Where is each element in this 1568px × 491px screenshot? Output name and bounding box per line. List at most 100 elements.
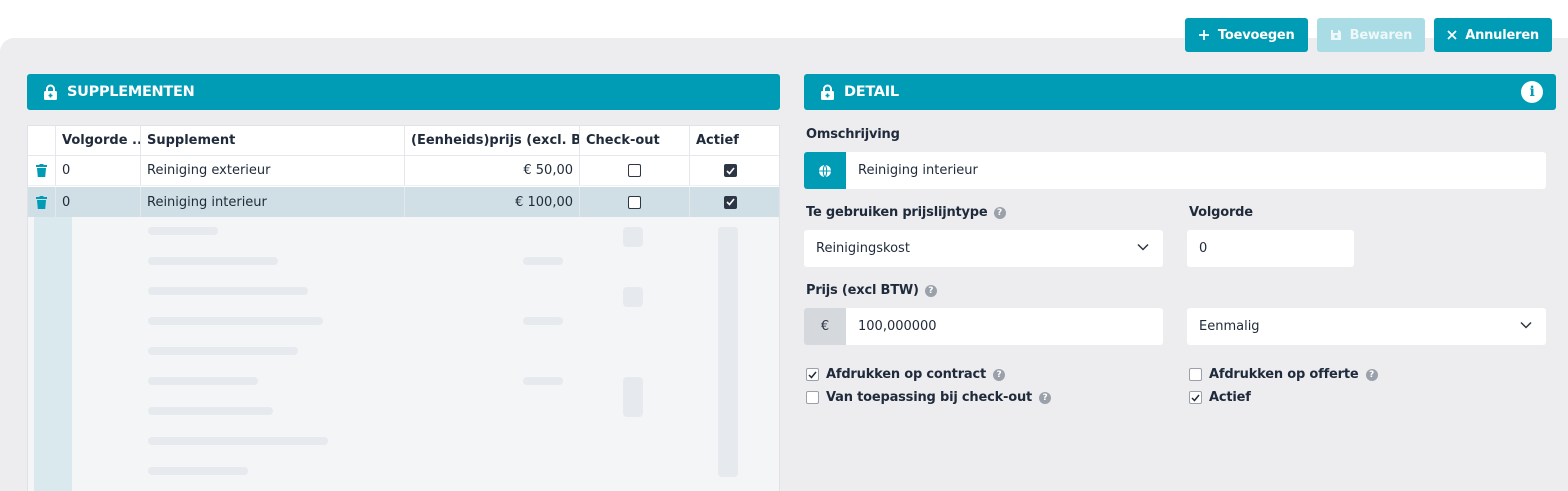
question-icon[interactable]: ? <box>924 284 937 297</box>
cell-supplement: Reiniging interieur <box>141 187 405 217</box>
order-label-text: Volgorde <box>1189 205 1253 220</box>
frequency-select[interactable]: Eenmalig <box>1187 308 1546 345</box>
save-button-label: Bewaren <box>1349 27 1413 43</box>
blurred-text <box>148 227 218 235</box>
row-actions <box>28 187 56 217</box>
add-button[interactable]: Toevoegen <box>1184 18 1308 52</box>
chevron-down-icon <box>1137 243 1149 251</box>
price-label-text: Prijs (excl BTW) <box>806 283 919 298</box>
floppy-disk-icon <box>1330 30 1341 40</box>
description-input[interactable] <box>846 152 1546 189</box>
cell-active <box>690 156 770 185</box>
currency-addon: € <box>804 308 846 345</box>
save-button[interactable]: Bewaren <box>1316 18 1426 52</box>
column-header-checkout[interactable]: Check-out <box>580 126 690 155</box>
blurred-text <box>623 287 643 307</box>
blurred-text <box>523 317 563 325</box>
blurred-text <box>148 287 308 295</box>
cell-order: 0 <box>56 187 141 217</box>
table-row[interactable]: 0 Reiniging exterieur € 50,00 <box>28 156 779 186</box>
question-icon[interactable]: ? <box>993 206 1006 219</box>
price-input[interactable] <box>846 308 1163 345</box>
print-contract-option[interactable]: Afdrukken op contract ? <box>806 367 1006 382</box>
checkmark-icon <box>725 166 735 175</box>
table-row-selected[interactable]: 0 Reiniging interieur € 100,00 <box>28 187 779 217</box>
trash-icon[interactable] <box>36 164 47 177</box>
grid-header-actions <box>28 126 56 155</box>
print-quote-label: Afdrukken op offerte <box>1209 367 1359 382</box>
question-icon[interactable]: ? <box>1039 391 1052 404</box>
print-contract-label: Afdrukken op contract <box>826 367 987 382</box>
detail-panel-header: DETAIL i <box>804 74 1556 110</box>
lock-icon <box>821 84 834 100</box>
price-label: Prijs (excl BTW) ? <box>806 283 937 298</box>
price-line-type-value: Reinigingskost <box>816 241 910 256</box>
frequency-value: Eenmalig <box>1199 319 1260 334</box>
checkout-option[interactable]: Van toepassing bij check-out ? <box>806 390 1052 405</box>
cell-active <box>690 187 770 217</box>
description-label-text: Omschrijving <box>806 127 900 142</box>
globe-icon[interactable] <box>804 152 846 189</box>
price-line-type-select[interactable]: Reinigingskost <box>804 230 1163 267</box>
supplements-grid: Volgorde ... Supplement (Eenheids)prijs … <box>27 125 780 491</box>
checkout-checkbox[interactable] <box>628 195 641 209</box>
blurred-text <box>148 347 298 355</box>
active-checkbox[interactable] <box>1189 391 1202 404</box>
cell-checkout <box>580 187 690 217</box>
print-quote-checkbox[interactable] <box>1189 368 1202 381</box>
blurred-text <box>148 437 328 445</box>
trash-icon[interactable] <box>36 195 47 209</box>
cell-supplement: Reiniging exterieur <box>141 156 405 185</box>
column-header-supplement[interactable]: Supplement <box>141 126 405 155</box>
blurred-text <box>523 257 563 265</box>
active-checkbox[interactable] <box>723 195 737 209</box>
cell-price: € 100,00 <box>405 187 580 217</box>
blurred-text <box>718 227 738 477</box>
active-label: Actief <box>1209 390 1251 405</box>
order-field <box>1187 230 1354 267</box>
blurred-text <box>148 377 258 385</box>
blurred-strip <box>34 217 72 491</box>
blurred-rows <box>28 217 779 491</box>
chevron-down-icon <box>1520 321 1532 329</box>
cancel-button[interactable]: Annuleren <box>1434 18 1552 52</box>
blurred-text <box>148 257 278 265</box>
checkout-applicable-label: Van toepassing bij check-out <box>826 390 1033 405</box>
checkout-checkbox[interactable] <box>628 164 641 177</box>
blurred-text <box>523 377 563 385</box>
active-checkbox[interactable] <box>723 164 737 177</box>
print-quote-option[interactable]: Afdrukken op offerte ? <box>1189 367 1378 382</box>
cell-price: € 50,00 <box>405 156 580 185</box>
blurred-text <box>623 227 643 247</box>
order-input[interactable] <box>1187 230 1354 267</box>
active-option[interactable]: Actief <box>1189 390 1251 405</box>
column-header-price[interactable]: (Eenheids)prijs (excl. BT... <box>405 126 580 155</box>
price-line-type-label-text: Te gebruiken prijslijntype <box>806 205 988 220</box>
supplements-panel-title: SUPPLEMENTEN <box>67 84 195 100</box>
question-icon[interactable]: ? <box>1365 368 1378 381</box>
grid-header-row: Volgorde ... Supplement (Eenheids)prijs … <box>28 126 779 156</box>
lock-icon <box>44 84 57 100</box>
detail-panel-title: DETAIL <box>844 84 899 100</box>
blurred-text <box>148 467 248 475</box>
price-line-type-label: Te gebruiken prijslijntype ? <box>806 205 1006 220</box>
checkmark-icon <box>725 198 735 206</box>
question-icon[interactable]: ? <box>993 368 1006 381</box>
order-label: Volgorde <box>1189 205 1253 220</box>
checkout-applicable-checkbox[interactable] <box>806 391 819 404</box>
action-toolbar: Toevoegen Bewaren Annuleren <box>1184 18 1552 52</box>
blurred-text <box>148 317 323 325</box>
blurred-text <box>623 377 643 417</box>
cell-checkout <box>580 156 690 185</box>
close-icon <box>1447 30 1457 40</box>
supplements-panel-header: SUPPLEMENTEN <box>27 74 780 110</box>
column-header-active[interactable]: Actief <box>690 126 770 155</box>
info-icon[interactable]: i <box>1521 81 1543 103</box>
plus-icon <box>1198 30 1209 40</box>
print-contract-checkbox[interactable] <box>806 368 819 381</box>
column-header-order[interactable]: Volgorde ... <box>56 126 141 155</box>
price-field: € <box>804 308 1163 345</box>
cell-order: 0 <box>56 156 141 185</box>
row-actions <box>28 156 56 185</box>
blurred-text <box>148 407 273 415</box>
